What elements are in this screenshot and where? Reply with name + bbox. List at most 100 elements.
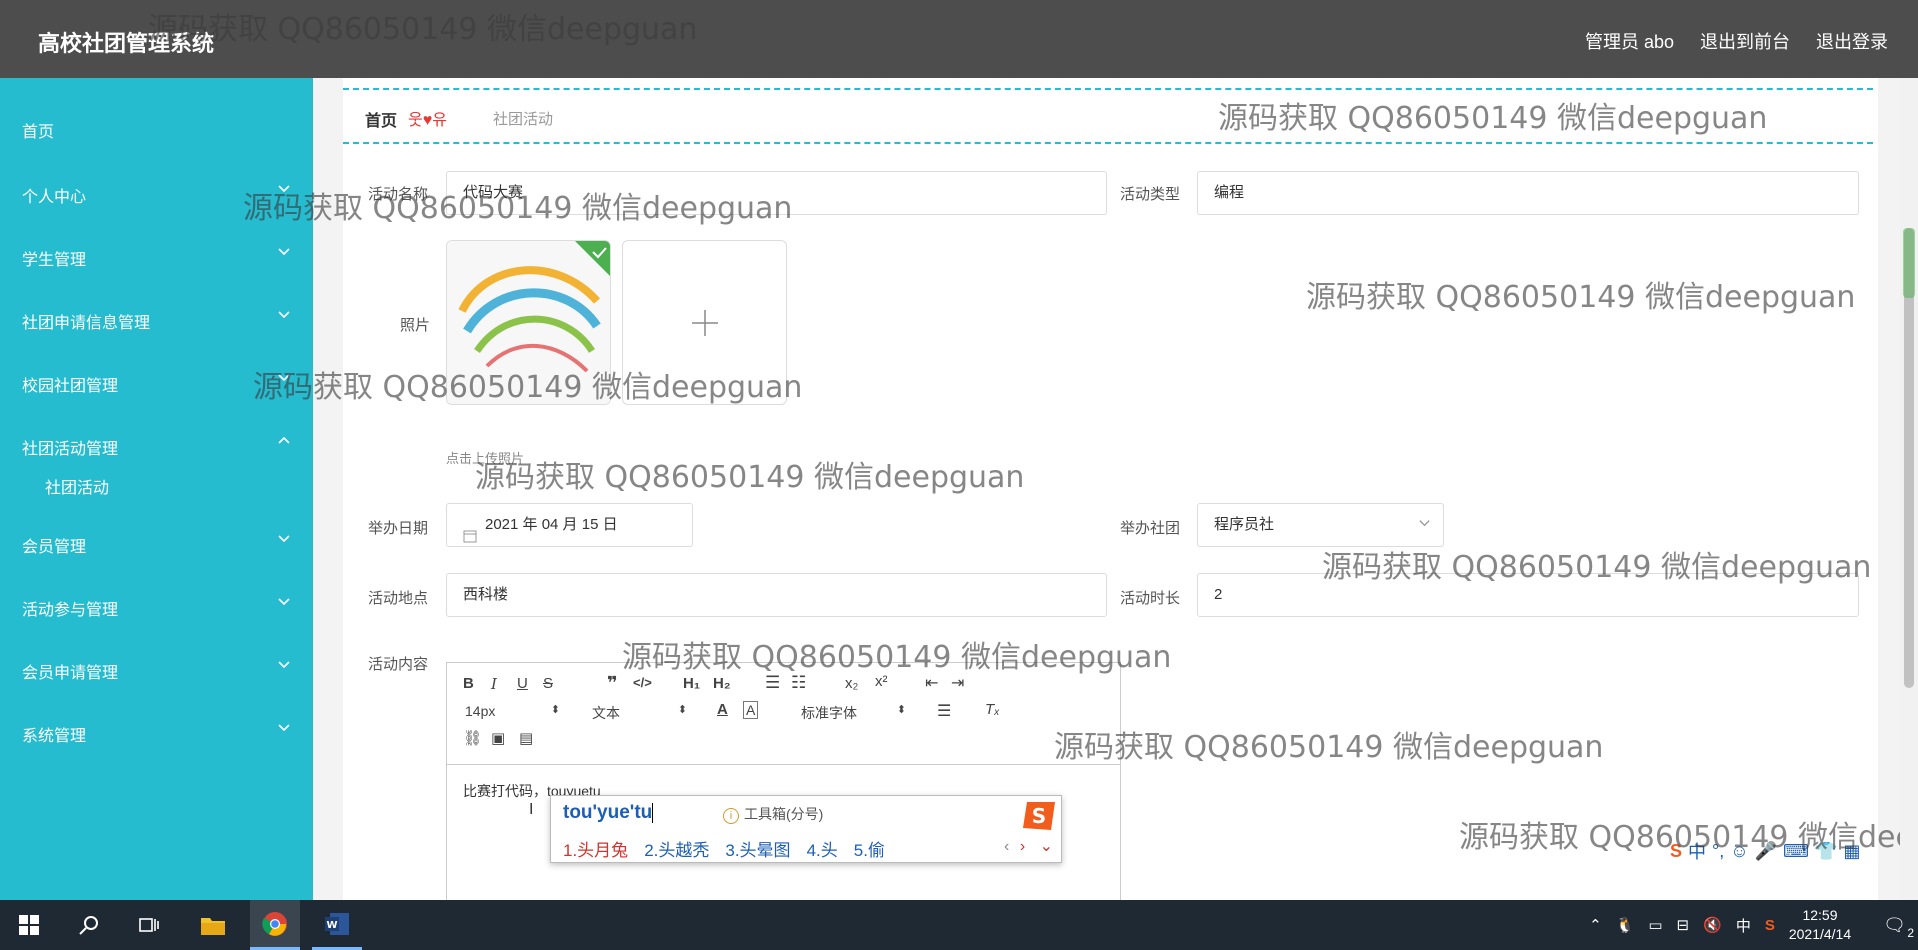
logout-link[interactable]: 退出登录 [1816,28,1888,54]
clock[interactable]: 12:59 2021/4/14 [1789,906,1851,944]
file-explorer-icon[interactable] [188,900,238,950]
place-label: 活动地点 [368,590,429,607]
image-icon[interactable]: ▣ [491,729,505,747]
input-language[interactable]: 中 [1736,915,1751,936]
network-icon[interactable]: ⊟ [1677,916,1690,934]
sidebar-item-club-activity[interactable]: 社团活动 [0,464,313,504]
font-color-icon[interactable]: A [717,701,728,718]
date-picker[interactable]: 2021 年 04 月 15 日 [446,503,693,547]
calendar-icon [463,518,477,543]
font-family-select[interactable]: 标准字体 ⬍ [801,703,906,721]
windows-start-icon[interactable] [4,900,54,950]
chevron-right-icon[interactable]: › [1020,838,1025,855]
add-photo-button[interactable] [622,240,787,405]
emoji-icon: ☺ [1730,840,1749,861]
task-view-icon[interactable] [124,900,174,950]
uploaded-photo[interactable] [446,240,611,405]
sidebar-item-activity-participation[interactable]: 活动参与管理 [0,586,313,626]
chevron-up-icon [277,433,291,447]
qq-icon[interactable]: 🐧 [1616,916,1635,934]
underline-icon[interactable]: U [517,675,528,692]
sidebar-item-personal-center[interactable]: 个人中心 [0,173,313,213]
chevron-down-icon[interactable]: ⌄ [1040,838,1053,855]
blockquote-icon[interactable]: ❞ [607,673,618,694]
strikethrough-icon[interactable]: S [543,675,553,692]
sidebar-item-home[interactable]: 首页 [0,108,313,148]
rich-text-editor[interactable]: B I U S ❞ </> H₁ H₂ ☰ ☷ x₂ x² ⇤ ⇥ 14px ⬍ … [446,662,1121,902]
chevron-down-icon [277,531,291,545]
editor-toolbar: B I U S ❞ </> H₁ H₂ ☰ ☷ x₂ x² ⇤ ⇥ 14px ⬍ … [447,663,1120,765]
sidebar-item-system[interactable]: 系统管理 [0,712,313,752]
clear-format-icon[interactable]: Tₓ [985,701,1000,718]
info-icon: i [723,808,739,824]
search-icon[interactable] [64,900,114,950]
outdent-icon[interactable]: ⇤ [925,673,938,693]
bold-icon[interactable]: B [463,675,474,692]
ime-candidate[interactable]: 2.头越秃 [644,836,709,861]
place-input[interactable]: 西科楼 [446,573,1107,617]
video-icon[interactable]: ▤ [519,729,533,747]
word-icon[interactable]: W [312,900,362,950]
link-icon[interactable]: ⛓ [463,729,482,747]
code-block-icon[interactable]: </> [633,675,652,690]
battery-icon[interactable]: ▭ [1648,916,1662,934]
punctuation-icon: °, [1712,840,1725,861]
volume-muted-icon[interactable]: 🔇 [1703,916,1722,934]
ime-candidate-window[interactable]: tou'yue'tu i 工具箱(分号) S 1.头月兔 2.头越秃 3.头晕图 … [550,795,1062,863]
block-format-select[interactable]: 文本 ⬍ [592,703,687,721]
breadcrumb-separator: 웃♥유 [408,112,447,129]
duration-input[interactable]: 2 [1197,573,1859,617]
italic-icon[interactable]: I [491,675,497,693]
heading2-icon[interactable]: H₂ [713,675,731,692]
frontend-link[interactable]: 退出到前台 [1700,28,1790,54]
sidebar-item-club-activity-mgmt[interactable]: 社团活动管理 [0,425,313,465]
photo-image [447,241,610,404]
sidebar-item-club-applications[interactable]: 社团申请信息管理 [0,299,313,339]
chevron-left-icon[interactable]: ‹ [1004,838,1009,855]
activity-type-label: 活动类型 [1120,186,1181,203]
heading1-icon[interactable]: H₁ [683,675,700,692]
ime-candidate[interactable]: 5.偷 [854,836,885,861]
host-club-select[interactable]: 程序员社 [1197,503,1444,547]
microphone-icon: 🎤 [1754,840,1778,861]
vertical-scrollbar[interactable] [1900,78,1918,900]
sogou-logo-icon: S [1021,798,1061,834]
sidebar-item-label: 校园社团管理 [22,378,119,395]
sidebar-item-label: 会员申请管理 [22,665,119,682]
sidebar-item-label: 学生管理 [22,252,87,269]
background-color-icon[interactable]: A [743,701,759,719]
sidebar-item-label: 活动参与管理 [22,602,119,619]
ime-status-bar[interactable]: S 中 °, ☺ 🎤 ⌨ 👕 ▦ [1664,836,1867,866]
notifications-icon[interactable]: 🗨 2 [1883,915,1914,940]
sidebar-item-member-applications[interactable]: 会员申请管理 [0,649,313,689]
align-icon[interactable]: ☰ [937,701,951,721]
chrome-icon[interactable] [250,900,300,950]
chevron-up-icon[interactable]: ⌃ [1589,916,1602,934]
chevron-down-icon [277,244,291,258]
ime-toolbox[interactable]: i 工具箱(分号) [723,804,823,824]
indent-icon[interactable]: ⇥ [951,673,964,693]
ime-candidate[interactable]: 1.头月兔 [563,836,628,861]
sidebar-item-label: 个人中心 [22,189,87,206]
sidebar-item-members[interactable]: 会员管理 [0,523,313,563]
breadcrumb-home[interactable]: 首页 [365,107,397,131]
ime-candidates: 1.头月兔 2.头越秃 3.头晕图 4.头 5.偷 [563,836,885,861]
ime-caret [652,802,654,823]
sidebar-item-label: 首页 [22,124,55,141]
sidebar-item-campus-clubs[interactable]: 校园社团管理 [0,362,313,402]
sogou-tray-icon[interactable]: S [1765,917,1775,934]
sidebar-item-students[interactable]: 学生管理 [0,236,313,276]
bullet-list-icon[interactable]: ☷ [791,673,806,693]
chevron-down-icon [277,594,291,608]
font-size-select[interactable]: 14px ⬍ [465,703,560,721]
superscript-icon[interactable]: x² [875,673,888,690]
sogou-status-icon: S [1670,840,1683,861]
subscript-icon[interactable]: x₂ [845,675,858,692]
activity-type-input[interactable]: 编程 [1197,171,1859,215]
date-value: 2021 年 04 月 15 日 [485,516,618,533]
ordered-list-icon[interactable]: ☰ [765,673,780,693]
activity-name-input[interactable]: 代码大赛 [446,171,1107,215]
admin-user-link[interactable]: 管理员 abo [1585,28,1674,54]
ime-candidate[interactable]: 3.头晕图 [725,836,790,861]
ime-candidate[interactable]: 4.头 [807,836,838,861]
